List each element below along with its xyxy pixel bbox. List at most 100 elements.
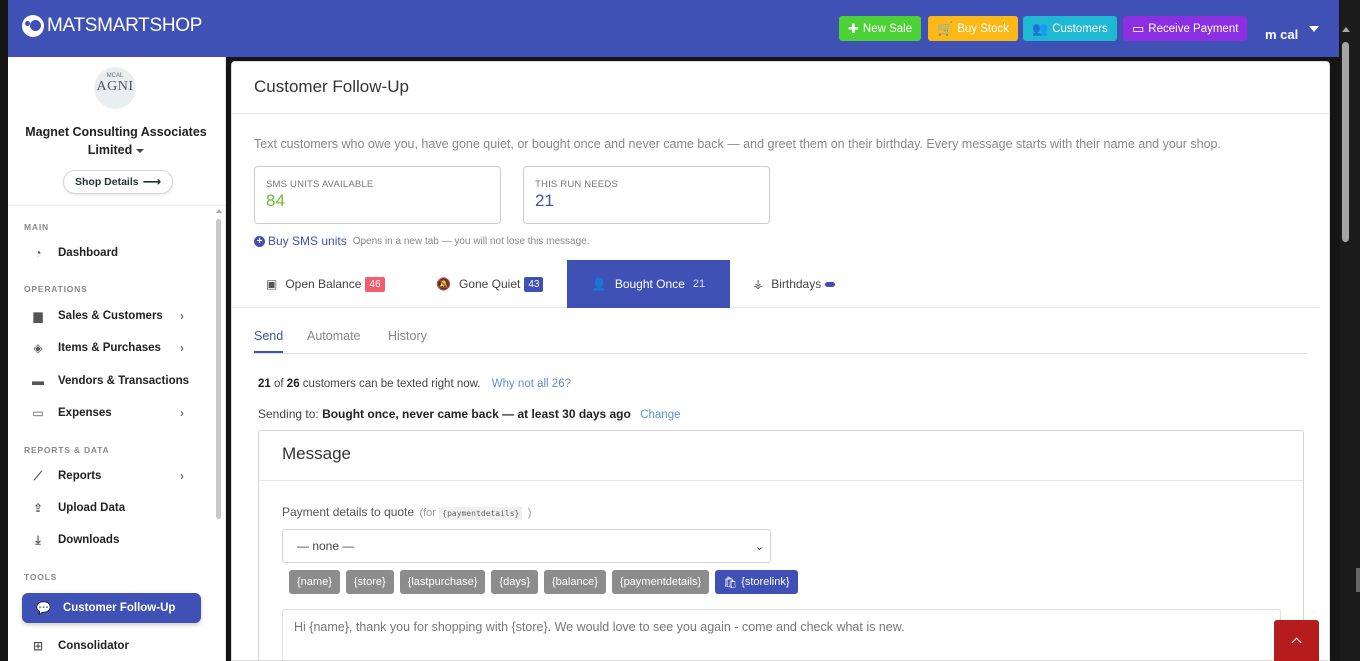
- shopping-bag-icon: ▆: [33, 309, 43, 323]
- segment-tabs: ▣ Open Balance 46 🔕 Gone Quiet 43 👤 Boug…: [232, 260, 1319, 308]
- sidebar-item-reports[interactable]: ⟋ Reports ›: [30, 467, 190, 485]
- scrollbar-thumb[interactable]: [216, 219, 221, 519]
- cart-icon: 🛒: [937, 20, 954, 36]
- tag-paymentdetails[interactable]: {paymentdetails}: [611, 570, 710, 594]
- customers-button[interactable]: 👥 Customers: [1023, 16, 1117, 41]
- page-scrollbar[interactable]: [1340, 0, 1360, 661]
- users-icon: 👥: [1032, 20, 1049, 36]
- count-badge: 43: [524, 276, 544, 292]
- section-tools: TOOLS: [24, 572, 58, 582]
- chevron-up-icon: [1291, 637, 1302, 648]
- scroll-up-icon[interactable]: [216, 209, 222, 213]
- sidebar-item-items[interactable]: ◈ Items & Purchases ›: [30, 339, 190, 357]
- divider: [259, 480, 1303, 481]
- tab-send[interactable]: Send: [254, 329, 284, 353]
- chevron-down-icon: ⌄: [754, 541, 764, 553]
- tab-birthdays[interactable]: ⚶ Birthdays: [753, 260, 836, 308]
- tag-lastpurchase[interactable]: {lastpurchase}: [399, 570, 486, 594]
- new-sale-button[interactable]: ✚ New Sale: [839, 16, 922, 41]
- tab-open-balance[interactable]: ▣ Open Balance 46: [266, 260, 385, 308]
- why-not-all-link[interactable]: Why not all 26?: [492, 378, 571, 390]
- company-logo: MCAL AGNI: [94, 67, 136, 109]
- tag-name[interactable]: {name}: [289, 570, 340, 594]
- tab-history[interactable]: History: [388, 329, 427, 343]
- message-textarea[interactable]: Hi {name}, thank you for shopping with {…: [282, 609, 1281, 660]
- money-bill-icon: ▣: [266, 277, 278, 291]
- message-title: Message: [282, 444, 351, 463]
- sidebar-scrollbar[interactable]: [216, 207, 222, 661]
- user-menu[interactable]: m cal: [1265, 27, 1298, 42]
- arrow-right-icon: ⟶: [142, 174, 162, 189]
- payment-details-select[interactable]: — none — ⌄: [282, 529, 771, 563]
- intro-text: Text customers who owe you, have gone qu…: [254, 137, 1221, 151]
- bell-slash-icon: 🔕: [436, 277, 451, 291]
- sms-units-value: 84: [266, 191, 285, 210]
- tag-store[interactable]: {store}: [345, 570, 394, 594]
- section-reports: REPORTS & DATA: [24, 445, 110, 455]
- upload-icon: ⇪: [32, 501, 44, 515]
- shopping-bag-icon: 🛍: [723, 576, 738, 589]
- user-plus-icon: 👤: [591, 277, 607, 291]
- sub-tabs: Send Automate History: [254, 327, 1307, 354]
- scrollbar-thumb[interactable]: [1342, 42, 1349, 242]
- brand-name: MATSMARTSHOP: [47, 15, 203, 36]
- sitemap-icon: ⊞: [32, 639, 44, 653]
- brand[interactable]: MATSMARTSHOP: [22, 15, 202, 37]
- window-edge: [1356, 568, 1360, 592]
- sidebar-item-expenses[interactable]: ▭ Expenses ›: [30, 404, 190, 422]
- tag-storelink[interactable]: 🛍 {storelink}: [715, 570, 798, 594]
- truck-icon: ▬: [32, 374, 44, 388]
- boxes-icon: ◈: [33, 341, 43, 355]
- dashboard-icon: ◔: [34, 246, 42, 260]
- section-main: MAIN: [24, 222, 49, 232]
- download-icon: ⤓: [35, 533, 41, 547]
- tab-bought-once[interactable]: 👤 Bought Once 21: [567, 260, 730, 308]
- tab-gone-quiet[interactable]: 🔕 Gone Quiet 43: [436, 260, 544, 308]
- top-bar: MATSMARTSHOP ✚ New Sale 🛒 Buy Stock 👥 Cu…: [8, 0, 1339, 57]
- caret-down-icon[interactable]: [1309, 26, 1319, 32]
- chevron-right-icon: ›: [180, 406, 184, 420]
- sidebar-item-consolidator[interactable]: ⊞ Consolidator: [30, 637, 190, 655]
- payment-details-label: Payment details to quote (for {paymentde…: [282, 505, 532, 520]
- sidebar-item-downloads[interactable]: ⤓ Downloads: [30, 531, 190, 549]
- shop-details-button[interactable]: Shop Details ⟶: [63, 170, 174, 194]
- tag-balance[interactable]: {balance}: [544, 570, 606, 594]
- chat-icon: 💬: [36, 601, 51, 615]
- page-title: Customer Follow-Up: [254, 77, 409, 96]
- company-name[interactable]: Magnet Consulting Associates Limited: [8, 123, 224, 159]
- caret-down-icon: [136, 148, 145, 153]
- change-link[interactable]: Change: [640, 409, 680, 421]
- receive-payment-button[interactable]: ▭ Receive Payment: [1123, 16, 1248, 41]
- credit-card-icon: ▭: [32, 406, 44, 420]
- buy-stock-button[interactable]: 🛒 Buy Stock: [928, 16, 1018, 41]
- tab-automate[interactable]: Automate: [307, 329, 361, 343]
- count-badge: 46: [365, 276, 385, 292]
- run-needs-card: THIS RUN NEEDS 21: [523, 166, 770, 224]
- message-card: Message Payment details to quote (for {p…: [258, 430, 1304, 660]
- run-needs-value: 21: [535, 191, 554, 210]
- chevron-right-icon: ›: [180, 341, 184, 355]
- plus-circle-icon: +: [254, 235, 265, 247]
- sidebar-item-vendors[interactable]: ▬ Vendors & Transactions: [30, 372, 190, 390]
- chart-line-icon: ⟋: [33, 469, 43, 483]
- sidebar-item-dashboard[interactable]: ◔ Dashboard: [30, 244, 190, 262]
- scroll-up-icon[interactable]: [1342, 27, 1350, 32]
- section-operations: OPERATIONS: [24, 284, 88, 294]
- sidebar: MCAL AGNI Magnet Consulting Associates L…: [8, 57, 226, 661]
- sidebar-item-sales[interactable]: ▆ Sales & Customers ›: [30, 307, 190, 325]
- buy-sms-link[interactable]: + Buy SMS units Opens in a new tab — you…: [254, 234, 590, 248]
- chevron-right-icon: ›: [180, 309, 184, 323]
- main-card: Customer Follow-Up Text customers who ow…: [231, 61, 1330, 661]
- divider: [232, 113, 1329, 114]
- sidebar-item-upload[interactable]: ⇪ Upload Data: [30, 499, 190, 517]
- sms-units-card: SMS UNITS AVAILABLE 84: [254, 166, 501, 224]
- birthday-cake-icon: ⚶: [753, 277, 764, 291]
- tag-days[interactable]: {days}: [491, 570, 538, 594]
- recipients-summary: 21 of 26 customers can be texted right n…: [258, 378, 571, 390]
- sidebar-item-customer-followup[interactable]: 💬 Customer Follow-Up: [22, 593, 201, 623]
- scroll-to-top-button[interactable]: [1274, 620, 1319, 661]
- brand-logo-icon: [22, 15, 44, 37]
- count-badge: 21: [692, 278, 706, 290]
- chevron-right-icon: ›: [180, 469, 184, 483]
- divider: [8, 205, 225, 206]
